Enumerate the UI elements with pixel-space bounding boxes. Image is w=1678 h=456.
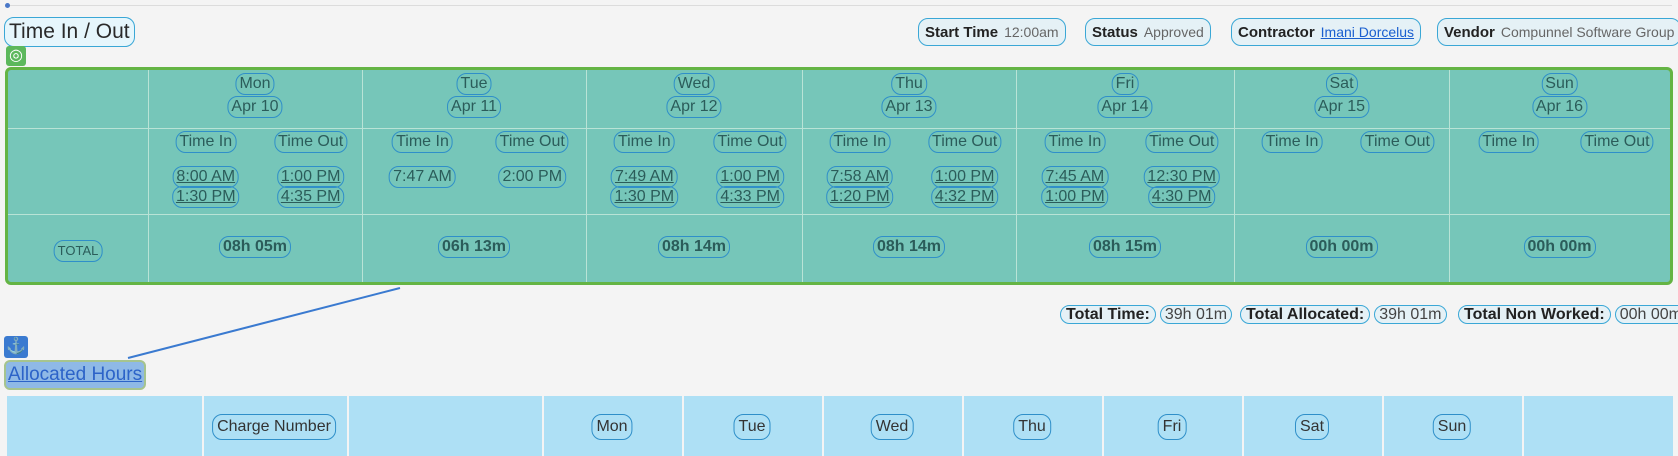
allocated-day-header: Wed <box>870 414 914 440</box>
allocated-column-divider <box>202 396 204 456</box>
allocated-column-divider <box>347 396 349 456</box>
allocated-column-divider <box>822 396 824 456</box>
total-non-worked-value: 00h 00m <box>1614 305 1678 324</box>
total-time: Total Time: 39h 01m <box>1060 302 1233 328</box>
total-non-worked: Total Non Worked: 00h 00m <box>1458 302 1678 328</box>
anchor-icon[interactable]: ⚓ <box>4 336 28 358</box>
allocated-day-header: Sat <box>1294 414 1330 440</box>
total-time-label: Total Time: <box>1060 305 1156 324</box>
allocated-column-divider <box>1382 396 1384 456</box>
allocated-column-divider <box>1102 396 1104 456</box>
connector-line <box>127 287 401 359</box>
allocated-hours-link[interactable]: Allocated Hours <box>4 360 147 390</box>
allocated-day-header: Fri <box>1157 414 1187 440</box>
total-time-value: 39h 01m <box>1159 305 1233 324</box>
charge-number-header: Charge Number <box>212 414 336 440</box>
allocated-column-divider <box>962 396 964 456</box>
allocated-column-divider <box>1242 396 1244 456</box>
total-non-worked-label: Total Non Worked: <box>1458 305 1611 324</box>
allocated-day-header: Mon <box>591 414 633 440</box>
total-allocated: Total Allocated: 39h 01m <box>1240 302 1447 328</box>
total-allocated-label: Total Allocated: <box>1240 305 1371 324</box>
allocated-day-header: Thu <box>1013 414 1051 440</box>
total-allocated-value: 39h 01m <box>1374 305 1447 324</box>
allocated-header-row: Charge Number Mon Tue Wed Thu Fri Sat Sun <box>7 396 1673 456</box>
allocated-column-divider <box>542 396 544 456</box>
allocated-column-divider <box>1522 396 1524 456</box>
allocated-column-divider <box>682 396 684 456</box>
allocated-day-header: Tue <box>733 414 771 440</box>
allocated-day-header: Sun <box>1432 414 1472 440</box>
